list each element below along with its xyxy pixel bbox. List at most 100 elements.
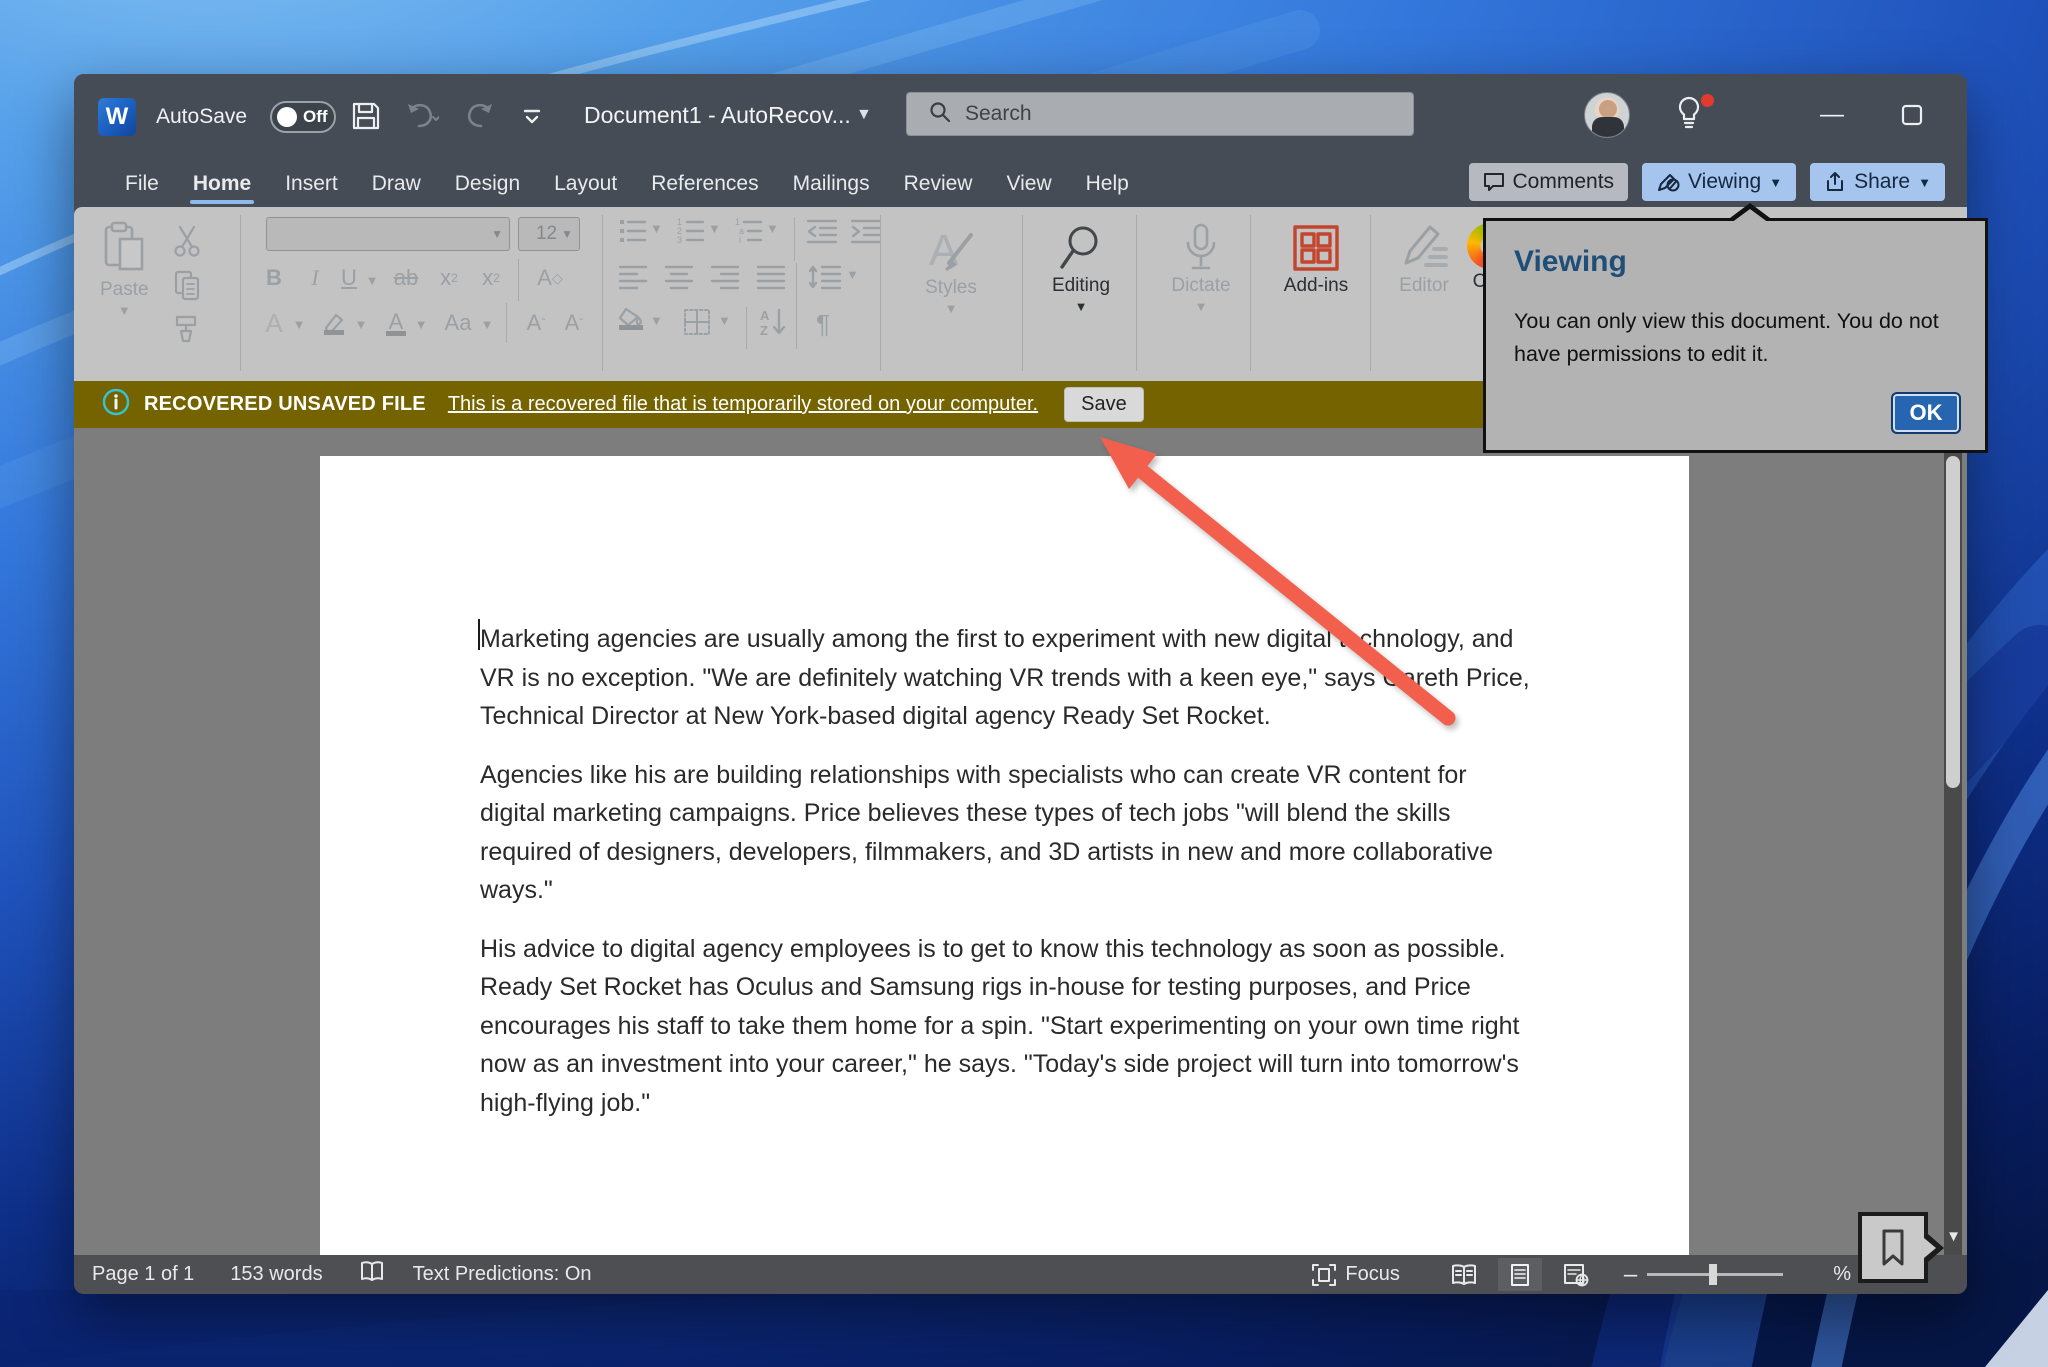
- tab-layout[interactable]: Layout: [537, 160, 634, 207]
- tab-references[interactable]: References: [634, 160, 775, 207]
- justify-icon[interactable]: [756, 263, 786, 291]
- tab-review[interactable]: Review: [887, 160, 990, 207]
- superscript-icon[interactable]: x2: [472, 259, 510, 297]
- sort-icon[interactable]: AZ: [758, 307, 788, 337]
- tab-help[interactable]: Help: [1069, 160, 1146, 207]
- tab-home[interactable]: Home: [176, 160, 268, 207]
- change-case-icon[interactable]: Aa: [436, 303, 480, 343]
- print-layout-icon[interactable]: [1498, 1258, 1542, 1291]
- increase-indent-icon[interactable]: [850, 217, 882, 245]
- customize-quick-access-icon[interactable]: [512, 96, 552, 136]
- decrease-indent-icon[interactable]: [806, 217, 838, 245]
- dictate-button[interactable]: Dictate ▼: [1156, 223, 1246, 314]
- save-icon[interactable]: [346, 96, 386, 136]
- read-mode-icon[interactable]: [1442, 1258, 1486, 1291]
- tell-me-lightbulb-icon[interactable]: [1672, 94, 1716, 138]
- text-effects-chevron-icon[interactable]: ▼: [290, 309, 308, 339]
- text-predictions[interactable]: Text Predictions: On: [413, 1263, 592, 1286]
- zoom-out-icon[interactable]: –: [1624, 1261, 1637, 1289]
- bullets-icon[interactable]: [618, 217, 648, 245]
- paste-button[interactable]: Paste ▼: [100, 221, 149, 318]
- italic-icon[interactable]: I: [298, 259, 332, 297]
- highlight-chevron-icon[interactable]: ▼: [352, 309, 370, 339]
- tab-design[interactable]: Design: [438, 160, 537, 207]
- vertical-scrollbar[interactable]: [1944, 430, 1962, 1255]
- tab-file[interactable]: File: [108, 160, 176, 207]
- line-spacing-chevron-icon[interactable]: ▼: [846, 267, 859, 282]
- minimize-button[interactable]: —: [1806, 92, 1858, 138]
- align-center-icon[interactable]: [664, 263, 694, 291]
- maximize-button[interactable]: [1886, 92, 1938, 138]
- copy-icon[interactable]: [166, 265, 208, 305]
- avatar[interactable]: [1584, 92, 1630, 138]
- addins-button[interactable]: Add-ins: [1266, 223, 1366, 297]
- shading-icon[interactable]: [618, 307, 644, 330]
- font-color-icon[interactable]: A: [378, 303, 414, 343]
- align-left-icon[interactable]: [618, 263, 648, 291]
- multilevel-chevron-icon[interactable]: ▼: [766, 221, 779, 236]
- comments-button[interactable]: Comments: [1469, 163, 1629, 201]
- subscript-icon[interactable]: x2: [430, 259, 468, 297]
- viewing-popup: Viewing You can only view this document.…: [1483, 218, 1988, 453]
- viewing-pen-icon: [1656, 171, 1680, 193]
- grow-font-icon[interactable]: Aˆ: [518, 303, 554, 343]
- bullets-chevron-icon[interactable]: ▼: [650, 221, 663, 236]
- focus-label[interactable]: Focus: [1345, 1263, 1399, 1286]
- align-right-icon[interactable]: [710, 263, 740, 291]
- svg-text:A: A: [760, 308, 770, 323]
- zoom-slider[interactable]: [1647, 1273, 1783, 1276]
- font-size-combo[interactable]: 12 ▼: [518, 217, 580, 251]
- highlight-color-icon[interactable]: [316, 303, 352, 343]
- borders-chevron-icon[interactable]: ▼: [718, 313, 731, 328]
- share-button[interactable]: Share ▼: [1810, 163, 1945, 201]
- search-input[interactable]: Search: [906, 92, 1414, 136]
- change-case-chevron-icon[interactable]: ▼: [478, 309, 496, 339]
- editing-button[interactable]: Editing ▼: [1036, 223, 1126, 314]
- proofing-icon[interactable]: [359, 1260, 385, 1290]
- font-name-combo[interactable]: ▼: [266, 217, 510, 251]
- undo-icon[interactable]: [402, 96, 442, 136]
- word-count[interactable]: 153 words: [230, 1263, 322, 1286]
- line-spacing-icon[interactable]: [808, 263, 842, 291]
- document-page[interactable]: Marketing agencies are usually among the…: [320, 456, 1689, 1255]
- format-painter-icon[interactable]: [166, 309, 208, 349]
- page-indicator[interactable]: Page 1 of 1: [92, 1263, 194, 1286]
- tab-insert[interactable]: Insert: [268, 160, 355, 207]
- tab-draw[interactable]: Draw: [355, 160, 438, 207]
- scroll-down-icon[interactable]: ▼: [1946, 1228, 1961, 1245]
- banner-save-button[interactable]: Save: [1064, 387, 1144, 422]
- multilevel-list-icon[interactable]: 1ai: [734, 217, 764, 245]
- text-effects-icon[interactable]: A: [256, 303, 292, 343]
- paragraph: Agencies like his are building relations…: [480, 756, 1532, 910]
- web-layout-icon[interactable]: [1554, 1258, 1598, 1291]
- redo-icon[interactable]: [460, 96, 500, 136]
- autosave-toggle[interactable]: Off: [270, 101, 336, 133]
- show-paragraph-marks-icon[interactable]: ¶: [808, 307, 838, 341]
- borders-icon[interactable]: [682, 307, 712, 337]
- tab-view[interactable]: View: [989, 160, 1068, 207]
- banner-link[interactable]: This is a recovered file that is tempora…: [448, 393, 1038, 416]
- zoom-slider-thumb[interactable]: [1709, 1264, 1717, 1285]
- font-color-chevron-icon[interactable]: ▼: [412, 309, 430, 339]
- popup-ok-button[interactable]: OK: [1891, 392, 1961, 434]
- title-dropdown-icon[interactable]: ▼: [856, 106, 872, 124]
- numbering-icon[interactable]: 123: [676, 217, 706, 245]
- scrollbar-thumb[interactable]: [1946, 456, 1960, 788]
- font-size-value: 12: [536, 223, 557, 245]
- underline-chevron-icon[interactable]: ▼: [362, 265, 382, 295]
- editor-button[interactable]: Editor: [1384, 223, 1464, 297]
- styles-button[interactable]: A Styles ▼: [896, 223, 1006, 316]
- clear-formatting-icon[interactable]: A◇: [528, 259, 572, 297]
- numbering-chevron-icon[interactable]: ▼: [708, 221, 721, 236]
- tab-mailings[interactable]: Mailings: [776, 160, 887, 207]
- shrink-font-icon[interactable]: Aˇ: [556, 303, 592, 343]
- chevron-down-icon: ▼: [1075, 299, 1088, 314]
- shading-chevron-icon[interactable]: ▼: [650, 313, 663, 328]
- bold-icon[interactable]: B: [256, 259, 292, 297]
- underline-icon[interactable]: U: [332, 259, 366, 297]
- strikethrough-icon[interactable]: ab: [386, 259, 426, 297]
- focus-icon[interactable]: [1311, 1263, 1337, 1287]
- svg-text:i: i: [739, 235, 741, 245]
- viewing-mode-button[interactable]: Viewing ▼: [1642, 163, 1796, 201]
- cut-icon[interactable]: [166, 221, 208, 261]
